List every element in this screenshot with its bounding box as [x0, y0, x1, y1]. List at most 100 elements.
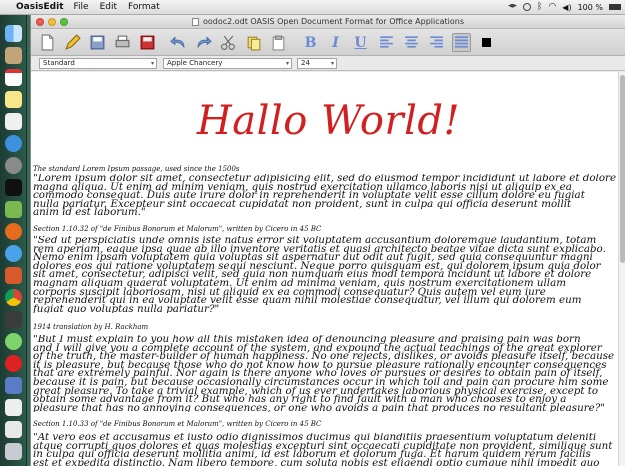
system-prefs-icon[interactable] — [5, 157, 22, 174]
scissors-icon — [221, 35, 235, 50]
chevron-down-icon: ▾ — [285, 60, 289, 67]
format-bar: Standard ▾ Apple Chancery ▾ 24 ▾ — [31, 56, 625, 71]
redo-button[interactable] — [194, 33, 213, 52]
opera-icon[interactable] — [5, 355, 22, 372]
notes-icon[interactable] — [5, 91, 22, 108]
menubar: OasisEdit File Edit Format ᛒ ◠ ◀) 100 % — [0, 0, 625, 15]
document-area[interactable]: Hallo World! The standard Lorem Ipsum pa… — [31, 72, 625, 466]
paste-icon — [272, 35, 285, 51]
chevron-down-icon: ▾ — [150, 60, 154, 67]
font-size-select[interactable]: 24 ▾ — [297, 58, 337, 69]
paragraph-line: fugiat quo voluptas nulla pariatur?" — [33, 302, 220, 314]
battery-icon[interactable] — [609, 4, 621, 10]
maps-icon[interactable] — [5, 201, 22, 218]
bluetooth-icon[interactable]: ᛒ — [537, 2, 542, 12]
underline-button[interactable]: U — [351, 33, 370, 52]
monitor-icon[interactable] — [5, 311, 22, 328]
section-caption: Section 1.10.33 of "de Finibus Bonorum e… — [33, 420, 322, 428]
paragraph-style-value: Standard — [43, 59, 75, 67]
copy-button[interactable] — [244, 33, 263, 52]
undo-button[interactable] — [169, 33, 188, 52]
section-caption: 1914 translation by H. Rackham — [33, 323, 149, 331]
paragraph-line: pleasure that has no annoying consequenc… — [33, 401, 605, 413]
align-right-icon — [430, 36, 443, 48]
calendar-icon[interactable] — [5, 69, 22, 86]
battery-percent[interactable]: 100 % — [578, 3, 603, 12]
print-button[interactable] — [113, 33, 132, 52]
save-button[interactable] — [88, 33, 107, 52]
finder-icon[interactable] — [5, 25, 22, 42]
close-icon[interactable] — [36, 18, 44, 26]
vertical-scrollbar[interactable] — [618, 72, 625, 466]
paste-button[interactable] — [269, 33, 288, 52]
section-paragraph: "Lorem ipsum dolor sit amet, consectetur… — [33, 174, 625, 217]
align-right-button[interactable] — [427, 33, 446, 52]
font-size-value: 24 — [301, 59, 310, 67]
document-icon[interactable] — [5, 399, 22, 416]
menu-file[interactable]: File — [74, 2, 89, 12]
font-family-value: Apple Chancery — [167, 59, 223, 67]
firefox-icon[interactable] — [5, 223, 22, 240]
justify-button[interactable] — [452, 33, 471, 52]
cut-button[interactable] — [219, 33, 238, 52]
redo-icon — [197, 36, 212, 49]
section-paragraph: "At vero eos et accusamus et iusto odio … — [33, 433, 625, 466]
italic-button[interactable]: I — [326, 33, 345, 52]
minimize-icon[interactable] — [48, 18, 56, 26]
wifi-icon[interactable]: ◠ — [548, 2, 556, 12]
safari-icon[interactable] — [5, 245, 22, 262]
terminal-icon[interactable] — [5, 179, 22, 196]
volume-icon[interactable]: ◀) — [562, 3, 571, 12]
menu-format[interactable]: Format — [128, 2, 160, 12]
section-caption: The standard Lorem Ipsum passage, used s… — [33, 165, 240, 173]
new-document-icon — [41, 34, 54, 51]
disk-icon — [140, 35, 155, 50]
font-family-select[interactable]: Apple Chancery ▾ — [163, 58, 292, 69]
reminders-icon[interactable] — [5, 113, 22, 130]
menu-edit[interactable]: Edit — [100, 2, 117, 12]
chrome-icon[interactable] — [5, 289, 22, 306]
document-title: Hallo World! — [196, 98, 461, 144]
section-paragraph: "But I must explain to you how all this … — [33, 335, 625, 412]
menubar-status: ᛒ ◠ ◀) 100 % — [508, 2, 621, 12]
justify-icon — [455, 36, 468, 48]
align-left-icon — [380, 36, 393, 48]
dock — [0, 15, 27, 466]
dropbox-icon[interactable] — [508, 3, 518, 8]
section-caption: Section 1.10.32 of "de Finibus Bonorum e… — [33, 225, 322, 233]
menu-app-name[interactable]: OasisEdit — [16, 2, 64, 12]
photos-icon[interactable] — [5, 267, 22, 284]
export-button[interactable] — [138, 33, 157, 52]
time-machine-icon[interactable] — [523, 3, 532, 11]
paragraph-style-select[interactable]: Standard ▾ — [39, 58, 157, 69]
bold-button[interactable]: B — [301, 33, 320, 52]
open-pencil-icon — [65, 34, 81, 50]
align-center-button[interactable] — [402, 33, 421, 52]
messages-icon[interactable] — [5, 333, 22, 350]
chevron-down-icon: ▾ — [330, 60, 334, 67]
editor-window: oodoc2.odt OASIS Open Document Format fo… — [30, 15, 625, 466]
app-store-icon[interactable] — [5, 135, 22, 152]
window-titlebar[interactable]: oodoc2.odt OASIS Open Document Format fo… — [31, 15, 625, 29]
print-icon — [115, 35, 130, 48]
text-color-button[interactable] — [477, 33, 496, 52]
shield-icon[interactable] — [5, 377, 22, 394]
trash-icon[interactable] — [5, 443, 22, 460]
color-swatch-icon — [482, 38, 491, 47]
toolbar: B I U — [31, 29, 625, 56]
paragraph-line: est et expedita distinctio. Nam libero t… — [33, 456, 600, 466]
document-proxy-icon[interactable] — [191, 17, 199, 26]
window-title: oodoc2.odt OASIS Open Document Format fo… — [202, 17, 465, 26]
undo-icon — [170, 36, 185, 49]
folder-icon[interactable] — [5, 421, 22, 438]
new-button[interactable] — [38, 33, 57, 52]
scrollbar-thumb[interactable] — [620, 75, 625, 263]
section-paragraph: "Sed ut perspiciatis unde omnis iste nat… — [33, 236, 625, 313]
save-icon — [90, 35, 105, 50]
open-button[interactable] — [63, 33, 82, 52]
zoom-icon[interactable] — [60, 18, 68, 26]
align-left-button[interactable] — [377, 33, 396, 52]
align-center-icon — [405, 36, 418, 48]
copy-icon — [247, 36, 261, 51]
contacts-icon[interactable] — [5, 47, 22, 64]
